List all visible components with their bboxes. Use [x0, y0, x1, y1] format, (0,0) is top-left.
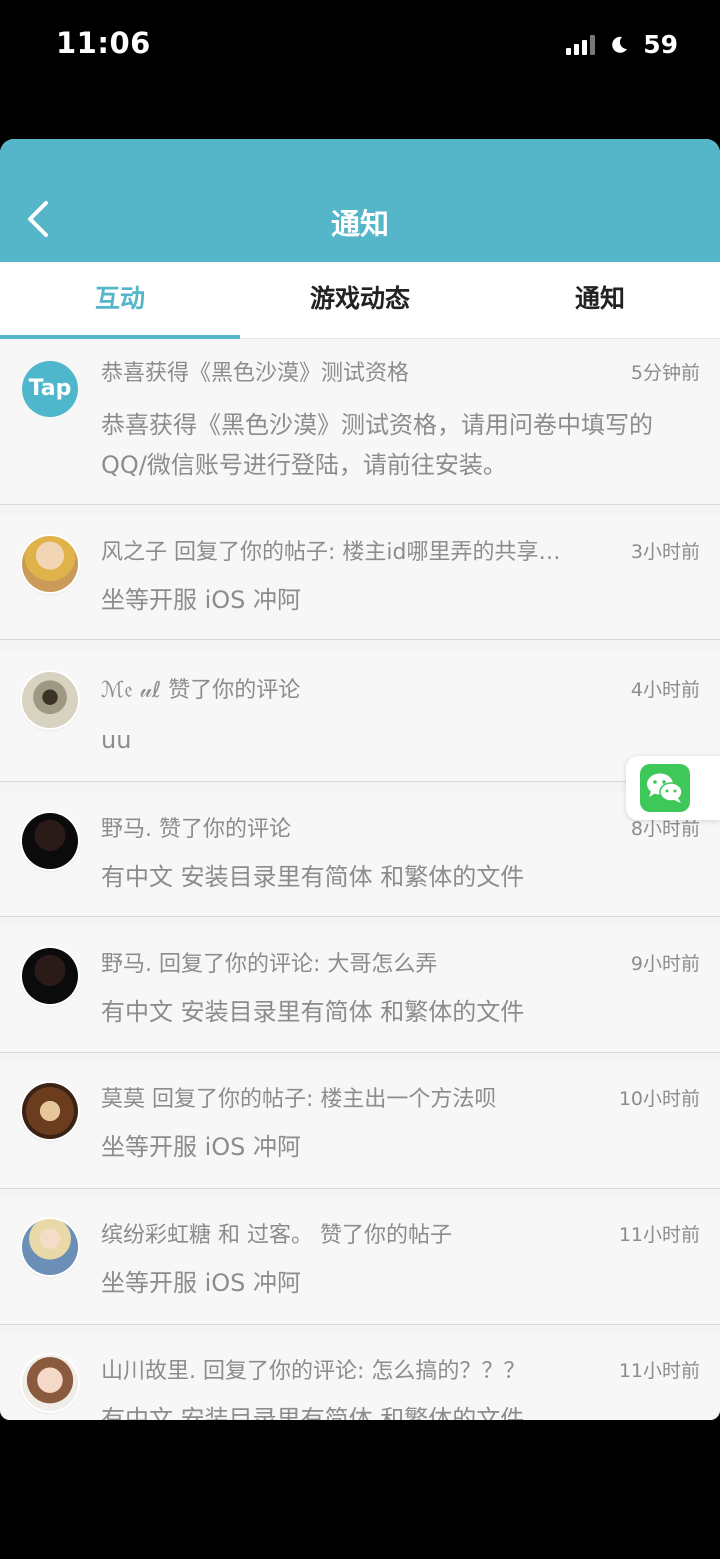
item-body: 坐等开服 iOS 冲阿 [101, 1269, 302, 1297]
item-body: 有中文 安装目录里有简体 和繁体的文件 [101, 863, 525, 891]
avatar [22, 1219, 78, 1275]
item-body: 坐等开服 iOS 冲阿 [101, 1133, 302, 1161]
avatar [22, 1083, 78, 1139]
nav-bar: 通知 [0, 139, 720, 262]
avatar [22, 672, 78, 728]
item-title: 恭喜获得《黑色沙漠》测试资格 [101, 361, 410, 386]
tab-game-news[interactable]: 游戏动态 [240, 262, 480, 338]
item-body: 坐等开服 iOS 冲阿 [101, 586, 302, 614]
status-time: 11:06 [56, 26, 151, 60]
notification-screen: 通知 互动 游戏动态 通知 Tap 恭喜获得《黑色沙漠》测试资格 5分钟前 恭喜… [0, 139, 720, 1420]
tab-interaction[interactable]: 互动 [0, 262, 240, 338]
list-item[interactable]: ℳ𝔢 𝓊ℓ 赞了你的评论 4小时前 uu [0, 650, 720, 782]
avatar [22, 948, 78, 1004]
item-time: 9小时前 [630, 952, 700, 975]
wechat-bubbles-icon [647, 773, 683, 803]
list-item[interactable]: 缤纷彩虹糖 和 过客。 赞了你的帖子 11小时前 坐等开服 iOS 冲阿 [0, 1197, 720, 1325]
wechat-float-button[interactable] [626, 756, 720, 820]
status-bar: 11:06 59 [0, 0, 720, 90]
list-item[interactable]: 山川故里. 回复了你的评论: 怎么搞的？？？ 11小时前 有中文 安装目录里有简… [0, 1333, 720, 1420]
item-body: uu [101, 726, 132, 754]
avatar [22, 813, 78, 869]
list-item[interactable]: 野马. 赞了你的评论 8小时前 有中文 安装目录里有简体 和繁体的文件 [0, 791, 720, 917]
avatar [22, 536, 78, 592]
item-time: 4小时前 [630, 678, 700, 701]
item-time: 10小时前 [618, 1087, 700, 1110]
item-time: 11小时前 [618, 1359, 700, 1382]
item-body: 有中文 安装目录里有简体 和繁体的文件 [101, 1405, 525, 1420]
signal-icon [566, 34, 596, 55]
item-title: 山川故里. 回复了你的评论: 怎么搞的？？？ [101, 1359, 526, 1384]
list-item[interactable]: 风之子 回复了你的帖子: 楼主id哪里弄的共享… 3小时前 坐等开服 iOS 冲… [0, 514, 720, 640]
tab-notice[interactable]: 通知 [480, 262, 720, 338]
item-title: 缤纷彩虹糖 和 过客。 赞了你的帖子 [101, 1223, 452, 1248]
tab-bar: 互动 游戏动态 通知 [0, 262, 720, 339]
list-item[interactable]: Tap 恭喜获得《黑色沙漠》测试资格 5分钟前 恭喜获得《黑色沙漠》测试资格，请… [0, 339, 720, 505]
item-time: 5分钟前 [630, 361, 700, 384]
item-time: 3小时前 [630, 540, 700, 563]
item-time: 11小时前 [618, 1223, 700, 1246]
status-icons: 59 [566, 30, 678, 59]
page-title: 通知 [330, 207, 389, 241]
item-body: 有中文 安装目录里有简体 和繁体的文件 [101, 998, 525, 1026]
item-body: 恭喜获得《黑色沙漠》测试资格，请用问卷中填写的QQ/微信账号进行登陆，请前往安装… [101, 411, 653, 479]
item-title: 风之子 回复了你的帖子: 楼主id哪里弄的共享… [101, 540, 561, 565]
item-title: 野马. 回复了你的评论: 大哥怎么弄 [101, 952, 438, 977]
item-title: ℳ𝔢 𝓊ℓ 赞了你的评论 [101, 678, 301, 703]
battery-level: 59 [643, 30, 678, 59]
item-title: 野马. 赞了你的评论 [101, 817, 291, 842]
moon-icon [612, 36, 628, 53]
wechat-icon [640, 764, 690, 812]
item-title: 莫莫 回复了你的帖子: 楼主出一个方法呗 [101, 1087, 497, 1112]
list-item[interactable]: 野马. 回复了你的评论: 大哥怎么弄 9小时前 有中文 安装目录里有简体 和繁体… [0, 926, 720, 1053]
list-item[interactable]: 莫莫 回复了你的帖子: 楼主出一个方法呗 10小时前 坐等开服 iOS 冲阿 [0, 1061, 720, 1189]
avatar [22, 1355, 78, 1411]
tap-logo-icon: Tap [22, 361, 78, 417]
